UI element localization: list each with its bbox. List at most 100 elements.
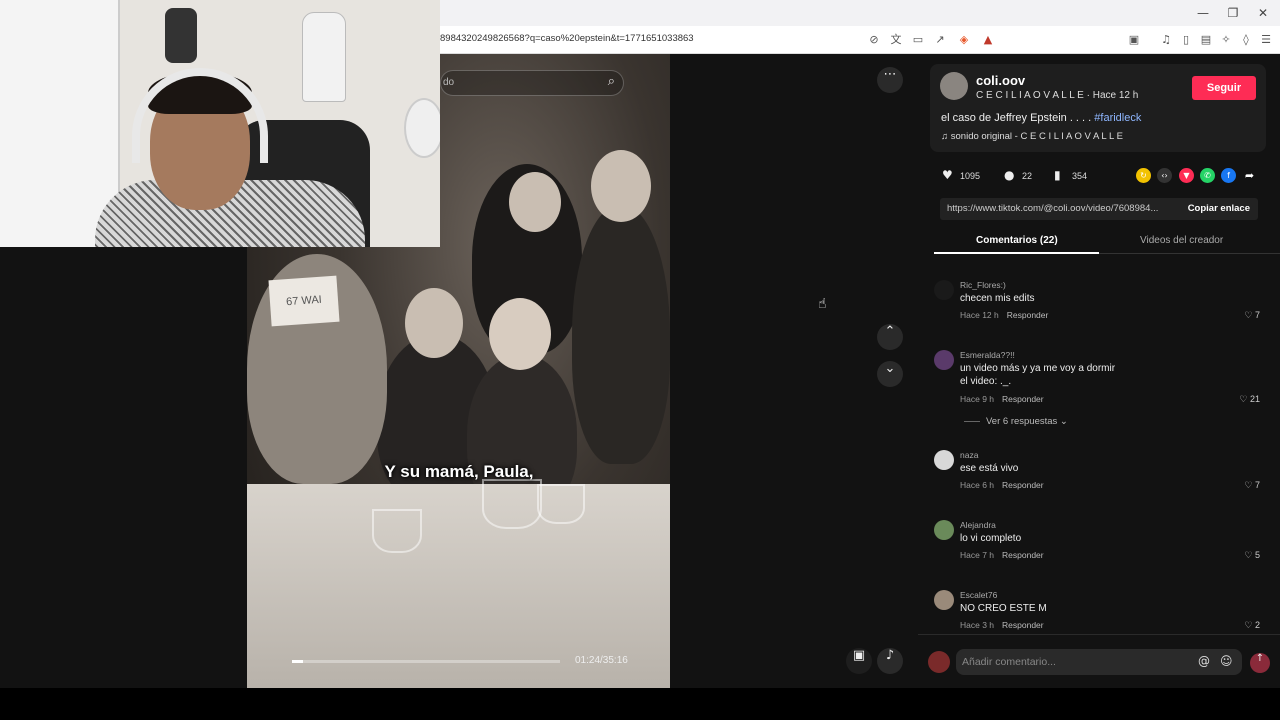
brave-shield-icon[interactable]: ◈ <box>956 32 972 48</box>
minimize-button[interactable]: — <box>1192 4 1214 22</box>
mention-icon[interactable]: @ <box>1198 654 1210 668</box>
more-options-button[interactable]: ⋯ <box>877 67 903 93</box>
share-page-icon[interactable]: ↗ <box>932 32 948 48</box>
sound-row[interactable]: ♫ sonido original - C E C I L I A O V A … <box>941 131 1123 142</box>
share-link[interactable]: https://www.tiktok.com/@coli.oov/video/7… <box>947 203 1171 214</box>
reply-button[interactable]: Responder <box>1002 394 1044 404</box>
embed-icon[interactable]: ‹› <box>1157 168 1172 183</box>
comment-text: NO CREO ESTE M <box>960 603 1047 614</box>
previous-video-button[interactable]: ⌃ <box>877 324 903 350</box>
creator-card: coli.oov C E C I L I A O V A L L E · Hac… <box>930 64 1266 152</box>
comment-text: checen mis edits <box>960 293 1035 304</box>
creator-subtitle: C E C I L I A O V A L L E · Hace 12 h <box>976 90 1138 101</box>
copy-link-button[interactable]: Copiar enlace <box>1188 203 1250 214</box>
comment-placeholder: Añadir comentario... <box>962 656 1056 668</box>
repost-icon[interactable]: ↻ <box>1136 168 1151 183</box>
whatsapp-icon[interactable]: ✆ <box>1200 168 1215 183</box>
reader-icon[interactable]: ▯ <box>1178 32 1194 48</box>
rewards-icon[interactable]: ▲ <box>980 32 996 48</box>
cast-icon[interactable]: ▭ <box>910 32 926 48</box>
facebook-icon[interactable]: f <box>1221 168 1236 183</box>
comment-author[interactable]: Esmeralda??!! <box>960 350 1015 360</box>
description-text: el caso de Jeffrey Epstein . . . . <box>941 112 1092 124</box>
volume-button[interactable]: ♪ <box>877 648 903 674</box>
share-more-icon[interactable]: ➦ <box>1242 168 1257 183</box>
leo-icon[interactable]: ✧ <box>1218 32 1234 48</box>
comment-text: un video más y ya me voy a dormir <box>960 363 1116 374</box>
close-window-button[interactable]: ✕ <box>1252 4 1274 22</box>
hashtag-link[interactable]: #faridleck <box>1094 112 1141 124</box>
tab-comments[interactable]: Comentarios (22) <box>976 235 1058 246</box>
creator-display-name: C E C I L I A O V A L L E <box>976 90 1084 101</box>
vpn-icon[interactable]: ◊ <box>1238 32 1254 48</box>
search-icon[interactable]: ⌕ <box>608 74 615 89</box>
chevron-down-icon: ⌄ <box>1057 416 1068 427</box>
comment-avatar[interactable] <box>934 350 954 370</box>
details-panel: coli.oov C E C I L I A O V A L L E · Hac… <box>918 54 1280 688</box>
like-stat[interactable]: ♥ 1095 <box>942 166 980 186</box>
comment-avatar[interactable] <box>934 450 954 470</box>
user-avatar[interactable] <box>928 651 950 673</box>
comment-icon: ● <box>1004 168 1015 182</box>
comment-text-line-2: el video: ._. <box>960 376 1012 387</box>
reply-button[interactable]: Responder <box>1002 550 1044 560</box>
comment-like[interactable]: ♡ 5 <box>1244 550 1260 561</box>
comment-time: Hace 6 h <box>960 480 995 490</box>
comment-like[interactable]: ♡ 7 <box>1244 480 1260 491</box>
send-icon[interactable]: ▼ <box>1179 168 1194 183</box>
music-note-icon: ♫ <box>941 131 951 142</box>
comment-time: Hace 12 h <box>960 310 999 320</box>
tab-creator-videos[interactable]: Videos del creador <box>1140 235 1223 246</box>
comment-like[interactable]: ♡ 21 <box>1239 394 1260 405</box>
replies-line <box>964 420 980 422</box>
sound-label: sonido original - C E C I L I A O V A L … <box>950 131 1123 142</box>
comment-author[interactable]: Alejandra <box>960 520 996 530</box>
view-replies-button[interactable]: Ver 6 respuestas ⌄ <box>964 416 1068 427</box>
heart-outline-icon: ♡ <box>1244 620 1255 630</box>
wallet-icon[interactable]: ▤ <box>1198 32 1214 48</box>
next-video-button[interactable]: ⌄ <box>877 361 903 387</box>
no-tracking-icon[interactable]: ⊘ <box>866 32 882 48</box>
menu-icon[interactable]: ☰ <box>1258 32 1274 48</box>
follow-button[interactable]: Seguir <box>1192 76 1256 100</box>
comment-author[interactable]: Escalet76 <box>960 590 997 600</box>
sidebar-icon[interactable]: ▣ <box>1126 32 1142 48</box>
comment-composer: Añadir comentario... @ ☺ ↑ <box>918 634 1280 688</box>
reply-button[interactable]: Responder <box>1007 310 1049 320</box>
media-icon[interactable]: ♫ <box>1158 32 1174 48</box>
reply-button[interactable]: Responder <box>1002 480 1044 490</box>
emoji-icon[interactable]: ☺ <box>1220 654 1233 668</box>
comment-avatar[interactable] <box>934 280 954 300</box>
save-count: 354 <box>1072 171 1088 181</box>
comment-author[interactable]: Ric_Flores:) <box>960 280 1006 290</box>
comment-avatar[interactable] <box>934 590 954 610</box>
video-search-box[interactable]: do ⌕ <box>440 70 624 96</box>
creator-avatar[interactable] <box>940 72 968 100</box>
comment-stat[interactable]: ● 22 <box>1004 166 1032 186</box>
figure-face-4 <box>489 298 551 370</box>
video-progress-bar[interactable] <box>292 660 560 663</box>
creator-username[interactable]: coli.oov <box>976 73 1025 88</box>
comment-meta: Hace 12 h Responder <box>960 310 1048 320</box>
webcam-fan <box>404 98 440 158</box>
reply-button[interactable]: Responder <box>1002 620 1044 630</box>
bookmark-icon: ▮ <box>1054 168 1061 182</box>
save-stat[interactable]: ▮ 354 <box>1054 166 1087 186</box>
post-comment-button[interactable]: ↑ <box>1250 653 1270 673</box>
comment-author[interactable]: naza <box>960 450 978 460</box>
video-caption: Y su mamá, Paula, <box>384 462 534 481</box>
search-placeholder: do <box>443 77 455 88</box>
view-replies-label: Ver 6 respuestas <box>986 416 1058 427</box>
translate-icon[interactable]: 文 <box>888 32 904 48</box>
pip-button[interactable]: ▣ <box>846 648 872 674</box>
comment-input[interactable]: Añadir comentario... @ ☺ <box>956 649 1242 675</box>
url-text[interactable]: 8984320249826568?q=caso%20epstein&t=1771… <box>440 33 694 44</box>
restore-button[interactable]: ❐ <box>1222 4 1244 22</box>
active-tab-underline <box>934 252 1099 254</box>
comment-like[interactable]: ♡ 7 <box>1244 310 1260 321</box>
comment-like[interactable]: ♡ 2 <box>1244 620 1260 631</box>
comment-meta: Hace 7 h Responder <box>960 550 1044 560</box>
comment-text: ese está vivo <box>960 463 1019 474</box>
comment-avatar[interactable] <box>934 520 954 540</box>
comment-like-count: 21 <box>1249 394 1260 404</box>
